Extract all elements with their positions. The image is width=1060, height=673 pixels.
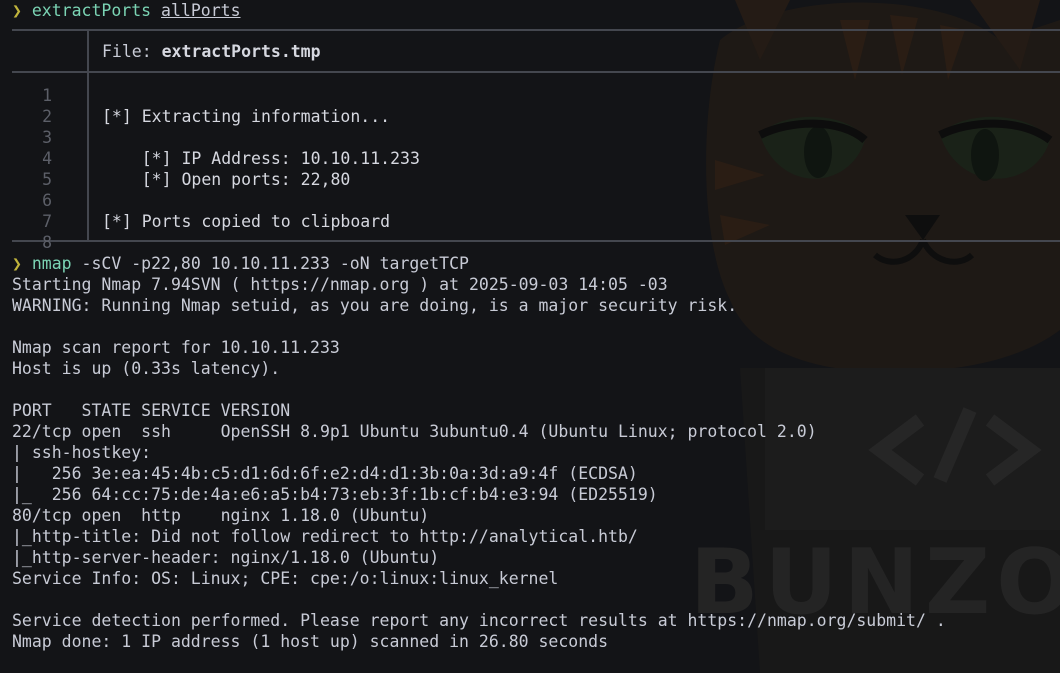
prompt-line-1: ❯ extractPorts allPorts bbox=[0, 0, 1060, 21]
command-argument: allPorts bbox=[161, 1, 241, 20]
code-line: 2 [*] Extracting information... bbox=[0, 106, 1060, 127]
prompt-arrow-icon: ❯ bbox=[12, 254, 22, 273]
command-output: Starting Nmap 7.94SVN ( https://nmap.org… bbox=[0, 274, 1060, 652]
output-line: |_http-server-header: nginx/1.18.0 (Ubun… bbox=[12, 548, 440, 567]
code-line: 7 [*] Ports copied to clipboard bbox=[0, 211, 1060, 232]
output-line: | ssh-hostkey: bbox=[12, 443, 162, 462]
code-line: 8 bbox=[0, 232, 1060, 253]
terminal-window[interactable]: BUNZO ❯ extractPorts allPorts File: extr… bbox=[0, 0, 1060, 673]
prompt-line-2: ❯ nmap -sCV -p22,80 10.10.11.233 -oN tar… bbox=[0, 253, 1060, 274]
file-label-prefix: File: bbox=[102, 42, 162, 61]
code-line: 5 [*] Open ports: 22,80 bbox=[0, 169, 1060, 190]
output-line: WARNING: Running Nmap setuid, as you are… bbox=[12, 296, 738, 315]
file-viewer: File: extractPorts.tmp 1 2 [*] Extracting… bbox=[0, 29, 1060, 252]
terminal-content: ❯ extractPorts allPorts File: extractPor… bbox=[0, 0, 1060, 652]
output-line: Nmap done: 1 IP address (1 host up) scan… bbox=[12, 632, 609, 651]
output-line: 80/tcp open http nginx 1.18.0 (Ubuntu) bbox=[12, 506, 430, 525]
output-line: Nmap scan report for 10.10.11.233 bbox=[12, 338, 340, 357]
command-name: extractPorts bbox=[31, 1, 152, 20]
viewer-body: 1 2 [*] Extracting information... 3 4 [*]… bbox=[0, 73, 1060, 252]
output-line: 22/tcp open ssh OpenSSH 8.9p1 Ubuntu 3ub… bbox=[12, 422, 817, 441]
prompt-arrow-icon: ❯ bbox=[12, 1, 22, 20]
output-line: |_ 256 64:cc:75:de:4a:e6:a5:b4:73:eb:3f:… bbox=[12, 485, 658, 504]
file-name: extractPorts.tmp bbox=[161, 42, 321, 61]
file-label: File: extractPorts.tmp bbox=[102, 41, 321, 62]
code-line: 1 bbox=[0, 85, 1060, 106]
output-line: Service Info: OS: Linux; CPE: cpe:/o:lin… bbox=[12, 569, 559, 588]
line-number: 8 bbox=[42, 233, 52, 252]
viewer-gutter-divider bbox=[87, 31, 89, 71]
viewer-header: File: extractPorts.tmp bbox=[0, 31, 1060, 71]
line-number: 6 bbox=[42, 191, 52, 210]
line-text: [*] Ports copied to clipboard bbox=[102, 212, 391, 231]
output-line: |_http-title: Did not follow redirect to… bbox=[12, 527, 638, 546]
command-name: nmap bbox=[31, 254, 72, 273]
output-line: Service detection performed. Please repo… bbox=[12, 611, 946, 630]
line-number: 2 bbox=[42, 107, 52, 126]
code-line: 4 [*] IP Address: 10.10.11.233 bbox=[0, 148, 1060, 169]
line-text: [*] Extracting information... bbox=[102, 107, 391, 126]
line-number: 5 bbox=[42, 170, 52, 189]
output-line: Host is up (0.33s latency). bbox=[12, 359, 281, 378]
code-line: 3 bbox=[0, 127, 1060, 148]
command-arguments: -sCV -p22,80 10.10.11.233 -oN targetTCP bbox=[71, 254, 469, 273]
output-line: | 256 3e:ea:45:4b:c5:d1:6d:6f:e2:d4:d1:3… bbox=[12, 464, 638, 483]
line-text: [*] IP Address: 10.10.11.233 bbox=[102, 149, 420, 168]
line-number: 4 bbox=[42, 149, 52, 168]
line-text: [*] Open ports: 22,80 bbox=[102, 170, 351, 189]
line-number: 1 bbox=[42, 86, 52, 105]
line-number: 7 bbox=[42, 212, 52, 231]
output-line: Starting Nmap 7.94SVN ( https://nmap.org… bbox=[12, 275, 668, 294]
code-line: 6 bbox=[0, 190, 1060, 211]
line-number: 3 bbox=[42, 128, 52, 147]
output-line: PORT STATE SERVICE VERSION bbox=[12, 401, 291, 420]
